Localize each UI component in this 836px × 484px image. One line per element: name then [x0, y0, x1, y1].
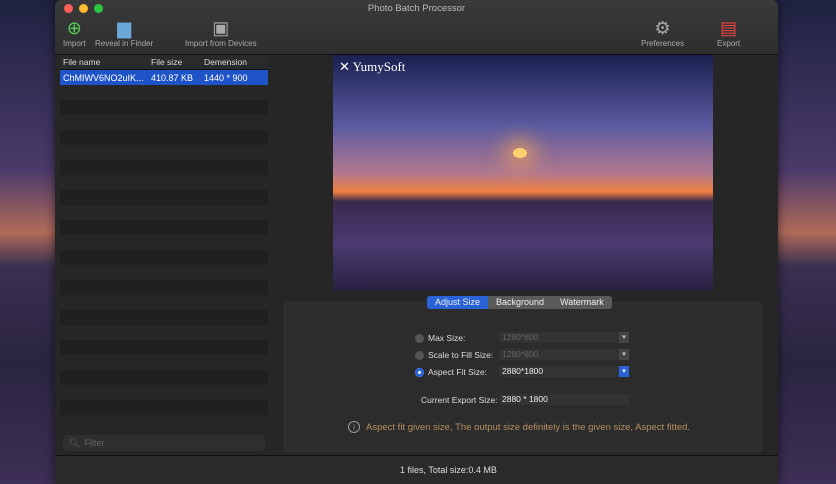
max-size-radio[interactable]: Max Size: — [415, 333, 465, 343]
export-size-label: Current Export Size: — [421, 395, 498, 405]
max-size-select[interactable]: 1280*800 ▾ — [499, 332, 629, 343]
empty-row — [60, 325, 268, 340]
folder-icon: ▆ — [117, 17, 132, 38]
column-file-size[interactable]: File size — [148, 57, 201, 67]
empty-row — [60, 415, 268, 430]
settings-tabs: Adjust Size Background Watermark — [427, 296, 612, 309]
empty-row — [60, 355, 268, 370]
empty-row — [60, 115, 268, 130]
export-size-value: 2880 * 1800 — [499, 394, 629, 405]
chevron-down-icon: ▾ — [619, 349, 629, 360]
import-icon: ⊕ — [66, 17, 82, 38]
reveal-label: Reveal in Finder — [95, 39, 154, 48]
image-preview: ✕ YumySoft — [333, 55, 713, 291]
status-text: 1 files, Total size:0.4 MB — [400, 465, 497, 475]
file-size: 410.87 KB — [151, 72, 194, 83]
reveal-in-finder-button[interactable]: ▆ Reveal in Finder — [95, 17, 154, 49]
import-button[interactable]: ⊕ Import — [63, 17, 86, 49]
filter-placeholder: Filter — [84, 438, 105, 448]
empty-row — [60, 205, 268, 220]
empty-row — [60, 340, 268, 355]
scale-fill-label: Scale to Fill Size: — [428, 350, 494, 360]
column-file-name[interactable]: File name — [60, 57, 148, 67]
export-label: Export — [717, 39, 741, 48]
empty-row — [60, 370, 268, 385]
filter-input[interactable]: 🔍︎ Filter — [63, 435, 265, 451]
empty-row — [60, 280, 268, 295]
sun — [513, 148, 527, 158]
empty-row — [60, 265, 268, 280]
empty-row — [60, 250, 268, 265]
file-name: ChMIWV6NO2uIK... — [63, 72, 144, 83]
preferences-label: Preferences — [641, 39, 685, 48]
aspect-fit-select[interactable]: 2880*1800 ▾ — [499, 366, 629, 377]
empty-row — [60, 130, 268, 145]
empty-row — [60, 145, 268, 160]
yumysoft-logo: ✕ YumySoft — [339, 59, 406, 74]
empty-row — [60, 235, 268, 250]
chevron-down-icon: ▾ — [619, 332, 629, 343]
logo-text: YumySoft — [352, 59, 406, 74]
empty-row — [60, 160, 268, 175]
radio[interactable] — [415, 333, 424, 343]
import-devices-label: Import from Devices — [185, 39, 257, 48]
tab-adjust-size[interactable]: Adjust Size — [427, 296, 489, 309]
gear-icon: ⚙ — [654, 17, 671, 38]
file-dimension: 1440 * 900 — [204, 72, 248, 83]
info-text: Aspect fit given size, The output size d… — [366, 421, 691, 433]
aspect-fit-radio[interactable]: Aspect Fit Size: — [415, 367, 487, 377]
toolbar: Photo Batch Processor ⊕ Import ▆ Reveal in… — [55, 0, 778, 55]
export-button[interactable]: ▤ Export — [717, 17, 741, 49]
list-header: File name File size Demension — [60, 55, 268, 70]
import-from-devices-button[interactable]: ▣ Import from Devices — [185, 17, 257, 49]
file-list: File name File size Demension ChMIWV6NO2… — [60, 55, 268, 430]
scale-fill-select[interactable]: 1280*800 ▾ — [499, 349, 629, 360]
aspect-fit-value: 2880*1800 — [502, 366, 544, 376]
empty-rows — [60, 85, 268, 430]
chevron-down-icon: ▾ — [619, 366, 629, 377]
scale-fill-value: 1280*800 — [502, 349, 539, 359]
tab-background[interactable]: Background — [488, 296, 552, 309]
window-title: Photo Batch Processor — [367, 3, 466, 14]
info-message: i Aspect fit given size, The output size … — [348, 421, 690, 433]
info-icon: i — [348, 421, 360, 433]
tab-watermark[interactable]: Watermark — [552, 296, 612, 309]
empty-row — [60, 385, 268, 400]
radio[interactable] — [415, 350, 424, 360]
empty-row — [60, 310, 268, 325]
app-window: Photo Batch Processor ⊕ Import ▆ Reveal in… — [55, 0, 778, 484]
empty-row — [60, 190, 268, 205]
preferences-button[interactable]: ⚙ Preferences — [641, 17, 685, 49]
empty-row — [60, 85, 268, 100]
table-row[interactable]: ChMIWV6NO2uIK... 410.87 KB 1440 * 900 — [60, 70, 268, 85]
scale-to-fill-radio[interactable]: Scale to Fill Size: — [415, 350, 493, 360]
radio-selected[interactable] — [415, 367, 424, 377]
empty-row — [60, 175, 268, 190]
max-size-label: Max Size: — [428, 333, 466, 343]
device-icon: ▣ — [212, 17, 230, 38]
aspect-fit-label: Aspect Fit Size: — [428, 367, 488, 377]
empty-row — [60, 295, 268, 310]
empty-row — [60, 100, 268, 115]
empty-row — [60, 400, 268, 415]
empty-row — [60, 220, 268, 235]
column-dimension[interactable]: Demension — [201, 57, 268, 67]
search-icon: 🔍︎ — [69, 437, 81, 448]
export-icon: ▤ — [720, 17, 738, 38]
max-size-value: 1280*800 — [502, 332, 539, 342]
import-label: Import — [63, 39, 86, 48]
